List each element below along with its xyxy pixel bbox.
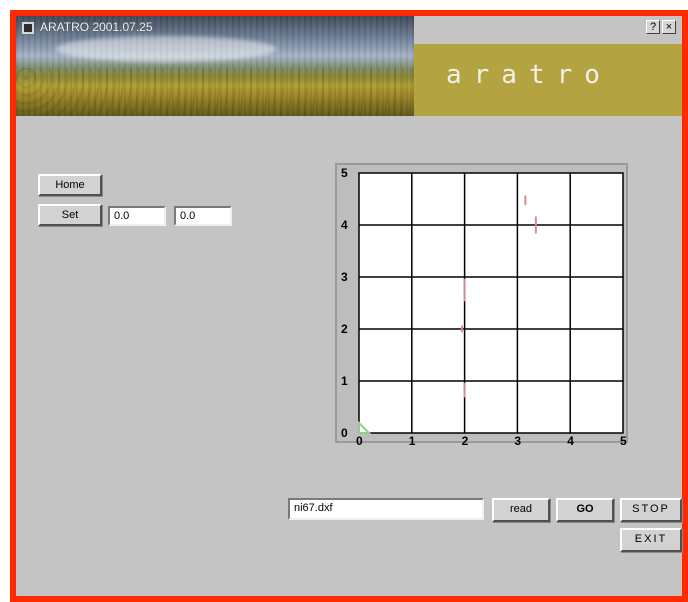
y-tick-label: 3 [341,270,348,284]
set-button[interactable]: Set [38,204,102,226]
x-tick-label: 0 [356,434,363,445]
filename-input[interactable]: ni67.dxf [288,498,484,520]
x-tick-label: 2 [462,434,469,445]
close-button[interactable]: × [662,20,676,34]
app-window: aratro ARATRO 2001.07.25 ? × Home Set 0.… [10,10,688,602]
y-tick-label: 4 [341,218,348,232]
stop-button[interactable]: STOP [620,498,682,522]
x-tick-label: 1 [409,434,416,445]
y-tick-label: 2 [341,322,348,336]
exit-button[interactable]: EXIT [620,528,682,552]
window-title: ARATRO 2001.07.25 [40,20,153,34]
plot-area [358,172,624,434]
x-tick-label: 5 [620,434,627,445]
y-tick-label: 1 [341,374,348,388]
y-tick-label: 5 [341,166,348,180]
app-icon [22,22,34,34]
title-bar: ARATRO 2001.07.25 ? × [16,16,682,40]
brand-text: aratro [446,60,612,90]
home-button[interactable]: Home [38,174,102,196]
path-plot: 0 1 2 3 4 5 0 1 2 3 4 5 [335,163,628,445]
x-tick-label: 3 [514,434,521,445]
read-button[interactable]: read [492,498,550,522]
set-y-input[interactable]: 0.0 [174,206,232,226]
brand-panel: aratro [414,44,682,116]
set-x-input[interactable]: 0.0 [108,206,166,226]
help-button[interactable]: ? [646,20,660,34]
y-tick-label: 0 [341,426,348,440]
header-banner: aratro ARATRO 2001.07.25 ? × [16,16,682,116]
go-button[interactable]: GO [556,498,614,522]
plot-svg: 0 1 2 3 4 5 0 1 2 3 4 5 [341,166,627,445]
x-tick-label: 4 [567,434,574,445]
